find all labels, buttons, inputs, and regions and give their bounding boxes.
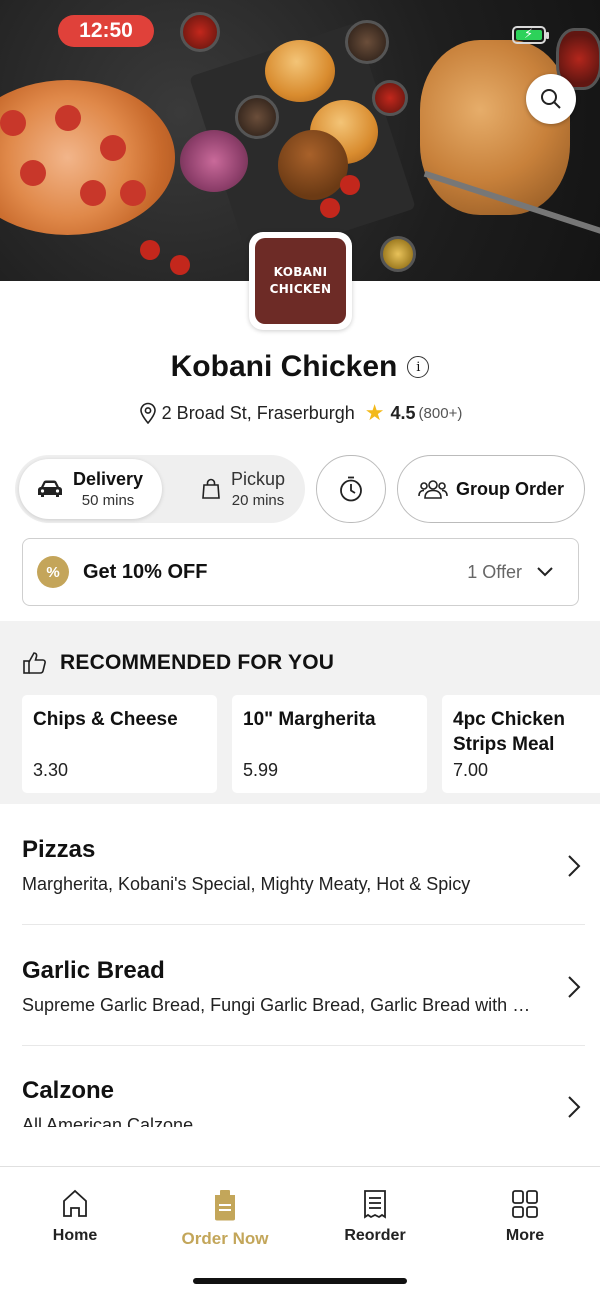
hero-tomato [340,175,360,195]
delivery-label: Delivery [73,469,144,489]
restaurant-address[interactable]: 2 Broad St, Fraserburgh [162,403,355,424]
category-description: All American Calzone [22,1115,194,1127]
order-mode-toggle: Delivery 50 mins Pickup 20 mins [15,455,305,523]
recommended-item-name: Chips & Cheese [33,709,178,730]
restaurant-header: Kobani Chicken i [0,350,600,384]
offer-count: 1 Offer [467,561,522,582]
category-name: Calzone [22,1077,115,1104]
category-row-calzone[interactable]: Calzone All American Calzone [22,1045,585,1166]
tab-order-now-label: Order Now [181,1229,269,1248]
tab-home-label: Home [52,1227,98,1244]
category-row-garlic-bread[interactable]: Garlic Bread Supreme Garlic Bread, Fungi… [22,925,585,1046]
tab-more[interactable]: More [465,1189,585,1245]
battery-icon [512,26,549,44]
recommended-item-name: 10" Margherita [243,709,376,730]
order-bag-icon [215,1190,235,1221]
chevron-down-icon [537,567,553,577]
location-pin-icon [139,402,156,424]
tab-home[interactable]: Home [15,1189,135,1245]
hero-pizza [0,80,175,235]
hero-sauce-bowl [180,12,220,52]
recommended-title: RECOMMENDED FOR YOU [60,651,335,674]
recommended-item-price: 3.30 [33,760,69,780]
recommended-heading: RECOMMENDED FOR YOU [22,650,334,676]
hero-tomato [170,255,190,275]
receipt-icon [364,1190,386,1219]
category-name: Pizzas [22,836,96,863]
hero-tomato [140,240,160,260]
tab-more-label: More [505,1227,545,1244]
timer-icon [340,476,362,502]
tab-reorder[interactable]: Reorder [315,1189,435,1245]
hero-burger [265,40,335,102]
hero-spice-bowl [345,20,389,64]
chevron-right-icon [568,976,581,998]
hero-burger [278,130,348,200]
rating-value: 4.5 [390,402,416,423]
hero-onion [180,130,248,192]
bag-icon [202,478,220,499]
delivery-time: 50 mins [81,492,135,509]
recommended-card[interactable]: Chips & Cheese 3.30 [22,695,217,793]
hero-chicken [420,40,570,215]
discount-badge-icon: % [37,556,69,588]
search-button[interactable] [526,74,576,124]
info-icon[interactable]: i [407,356,430,378]
logo-line-1: KOBANI [273,265,328,279]
search-icon [541,89,561,109]
status-time: 12:50 [58,15,154,47]
chevron-right-icon [568,855,581,877]
recommended-item-price: 5.99 [243,760,279,780]
home-icon [63,1189,87,1217]
thumbs-up-icon [23,652,46,674]
group-order-label: Group Order [455,478,564,499]
offer-title: Get 10% OFF [83,560,208,583]
delivery-option[interactable]: Delivery 50 mins [19,459,162,519]
recommended-item-price: 7.00 [453,760,489,780]
chevron-right-icon [568,1096,581,1118]
hero-spice-bowl [235,95,279,139]
grid-icon [512,1190,538,1218]
hero-tomato [320,198,340,218]
tab-order-now[interactable]: Order Now [165,1189,285,1249]
car-icon [38,480,62,497]
restaurant-name: Kobani Chicken [170,350,398,383]
home-indicator[interactable] [193,1278,407,1284]
restaurant-meta: 2 Broad St, Fraserburgh ★ 4.5 (800+) [0,400,600,426]
recommended-section: RECOMMENDED FOR YOU Chips & Cheese 3.30 … [0,621,600,804]
star-icon: ★ [364,400,385,425]
pickup-time: 20 mins [231,492,285,509]
schedule-button[interactable] [316,455,386,523]
hero-sauce-bowl [372,80,408,116]
restaurant-logo: KOBANI CHICKEN [249,232,352,330]
logo-line-2: CHICKEN [269,282,332,296]
offer-banner[interactable]: % Get 10% OFF 1 Offer [22,538,579,606]
category-description: Supreme Garlic Bread, Fungi Garlic Bread… [22,995,532,1015]
group-icon [418,480,448,499]
category-row-pizzas[interactable]: Pizzas Margherita, Kobani's Special, Mig… [22,804,585,925]
category-description: Margherita, Kobani's Special, Mighty Mea… [22,874,471,894]
recommended-item-name: 4pc Chicken Strips Meal [453,709,565,755]
tab-reorder-label: Reorder [344,1227,406,1244]
recommended-card[interactable]: 4pc Chicken Strips Meal 7.00 [442,695,600,793]
hero-sauce-bowl [380,236,416,272]
category-name: Garlic Bread [22,957,165,984]
recommended-card[interactable]: 10" Margherita 5.99 [232,695,427,793]
group-order-button[interactable]: Group Order [397,455,585,523]
pickup-label: Pickup [231,469,286,489]
pickup-option[interactable]: Pickup 20 mins [183,459,303,519]
rating-count: (800+) [418,404,463,422]
